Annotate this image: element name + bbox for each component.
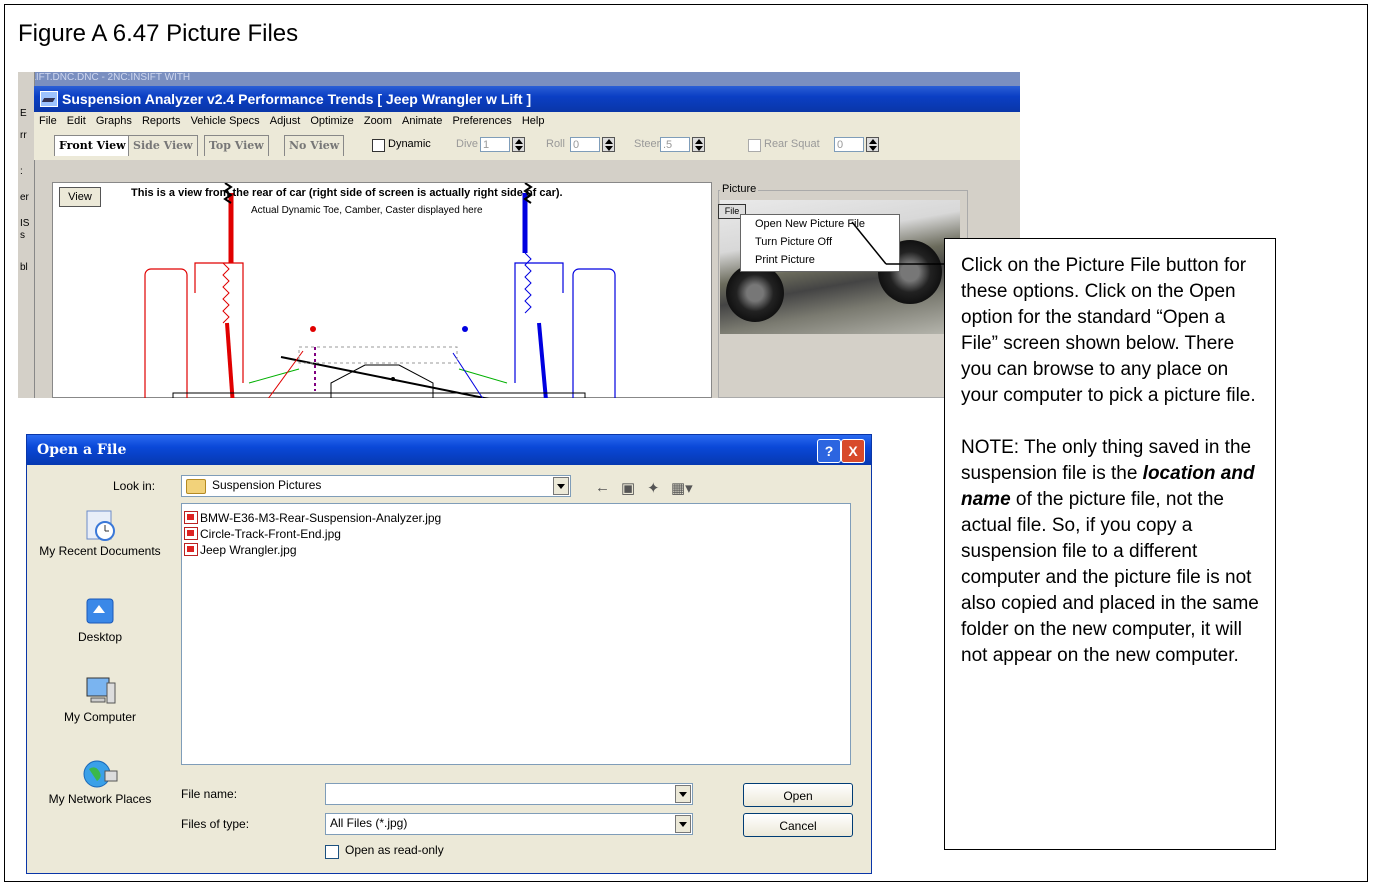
- place-label: My Recent Documents: [39, 544, 161, 558]
- cancel-button[interactable]: Cancel: [743, 813, 853, 837]
- files-of-type-label: Files of type:: [181, 817, 250, 831]
- place-my-computer[interactable]: My Computer: [27, 675, 173, 724]
- place-my-network-places[interactable]: My Network Places: [27, 757, 173, 806]
- new-folder-icon[interactable]: ✦: [647, 479, 660, 497]
- open-button[interactable]: Open: [743, 783, 853, 807]
- open-file-dialog: Open a File ? X Look in: Suspension Pict…: [26, 434, 872, 874]
- callout-box: Click on the Picture File button for the…: [944, 238, 1276, 850]
- look-in-combo[interactable]: Suspension Pictures: [181, 475, 571, 497]
- desktop-icon: [81, 595, 119, 629]
- file-name: Jeep Wrangler.jpg: [200, 543, 297, 557]
- place-desktop[interactable]: Desktop: [27, 595, 173, 644]
- files-of-type-value: All Files (*.jpg): [330, 816, 408, 830]
- view-menu-icon[interactable]: ▦▾: [671, 479, 693, 497]
- callout-paragraph-1: Click on the Picture File button for the…: [961, 255, 1256, 406]
- place-my-recent-documents[interactable]: My Recent Documents: [27, 509, 173, 558]
- file-list[interactable]: BMW-E36-M3-Rear-Suspension-Analyzer.jpg …: [181, 503, 851, 765]
- look-in-value: Suspension Pictures: [212, 478, 322, 492]
- my-computer-icon: [81, 675, 119, 709]
- place-label: My Network Places: [48, 792, 152, 806]
- up-folder-icon[interactable]: ▣: [621, 479, 635, 497]
- jpg-file-icon: [184, 511, 198, 524]
- network-globe-icon: [81, 757, 119, 791]
- callout-note-text-cont: of the picture file, not the actual file…: [961, 489, 1259, 666]
- files-of-type-select[interactable]: All Files (*.jpg): [325, 813, 693, 835]
- file-name-input[interactable]: [325, 783, 693, 805]
- jpg-file-icon: [184, 543, 198, 556]
- list-item[interactable]: Circle-Track-Front-End.jpg: [184, 526, 341, 542]
- chevron-down-icon[interactable]: [553, 477, 569, 495]
- file-name-label: File name:: [181, 787, 238, 801]
- folder-icon: [186, 479, 206, 494]
- recent-documents-icon: [81, 509, 119, 543]
- read-only-label: Open as read-only: [345, 843, 444, 857]
- callout-paragraph-2: NOTE: The only thing saved in the suspen…: [961, 435, 1267, 669]
- chevron-down-icon[interactable]: [675, 815, 691, 833]
- close-button[interactable]: X: [841, 439, 865, 463]
- help-button[interactable]: ?: [817, 439, 841, 463]
- list-item[interactable]: BMW-E36-M3-Rear-Suspension-Analyzer.jpg: [184, 510, 441, 526]
- file-name: BMW-E36-M3-Rear-Suspension-Analyzer.jpg: [200, 511, 442, 525]
- file-name: Circle-Track-Front-End.jpg: [200, 527, 341, 541]
- list-item[interactable]: Jeep Wrangler.jpg: [184, 542, 297, 558]
- chevron-down-icon[interactable]: [675, 785, 691, 803]
- look-in-label: Look in:: [113, 479, 156, 493]
- places-bar: My Recent Documents Desktop My Computer …: [27, 499, 173, 875]
- read-only-checkbox[interactable]: [325, 845, 339, 859]
- back-arrow-icon[interactable]: ←: [595, 479, 610, 496]
- place-label: My Computer: [63, 710, 137, 724]
- jpg-file-icon: [184, 527, 198, 540]
- dialog-titlebar[interactable]: Open a File ? X: [27, 435, 871, 465]
- place-label: Desktop: [77, 630, 123, 644]
- dialog-title: Open a File: [37, 442, 127, 458]
